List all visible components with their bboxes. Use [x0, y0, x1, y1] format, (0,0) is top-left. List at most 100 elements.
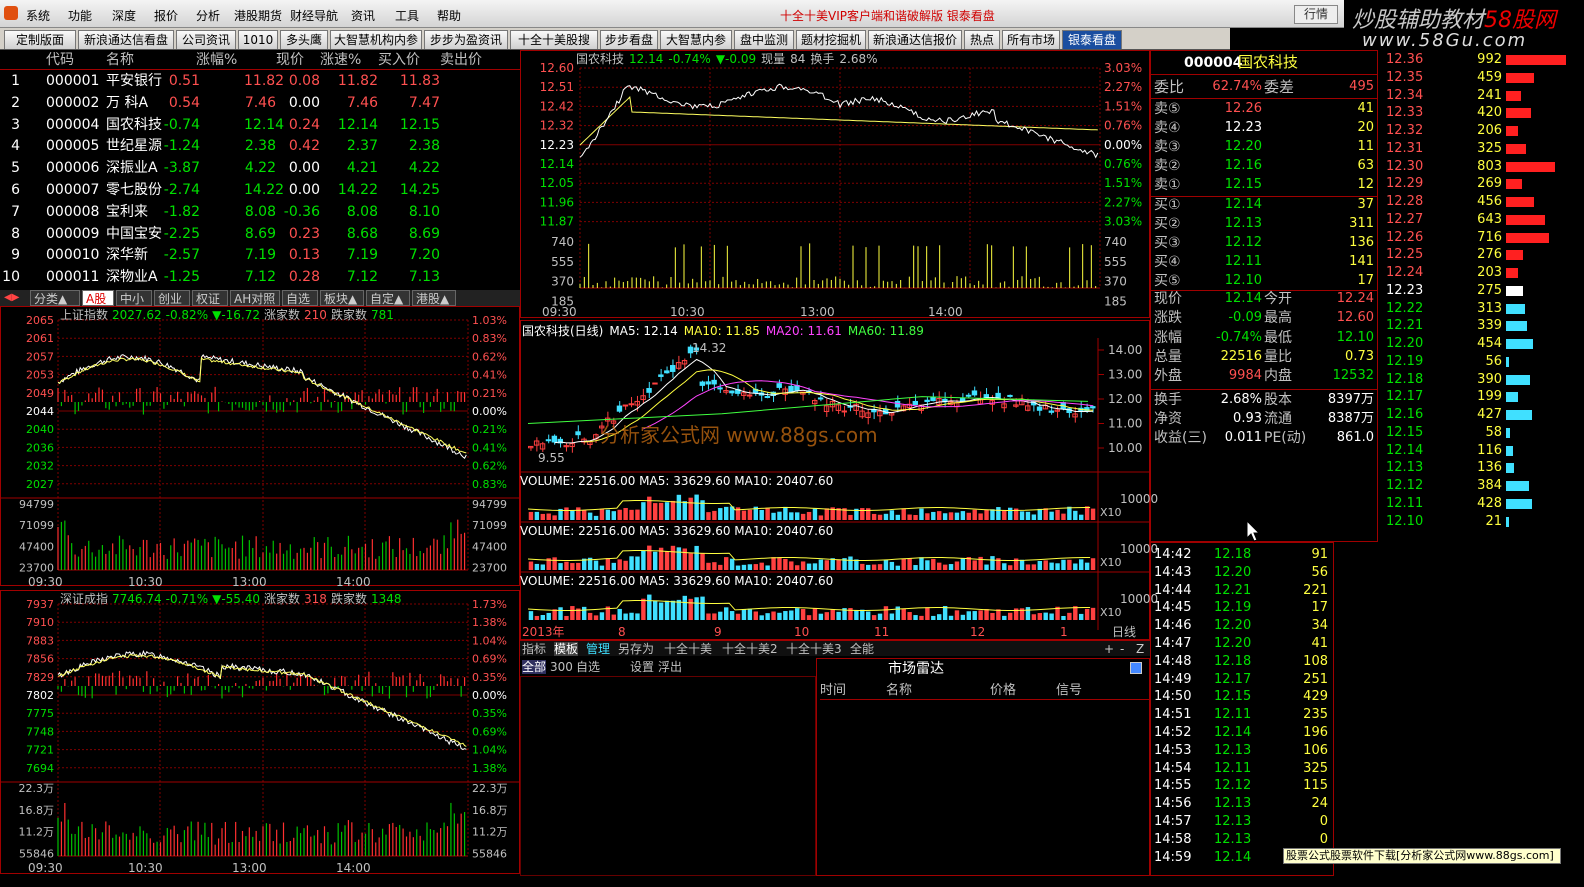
tab-2[interactable]: 公司资讯 [176, 30, 236, 49]
depth-row[interactable]: 12.35 459 [1380, 70, 1580, 86]
table-row[interactable]: 7 000008 宝利来 -1.82 8.08 -0.36 8.08 8.10 [0, 203, 520, 223]
sell-price[interactable]: 12.16 [1210, 159, 1262, 173]
col-header[interactable]: 涨幅% [196, 52, 237, 68]
table-row[interactable]: 3 000004 国农科技 -0.74 12.14 0.24 12.14 12.15 [0, 116, 520, 136]
radar-col-header[interactable]: 时间 [820, 684, 846, 698]
depth-row[interactable]: 12.29 269 [1380, 176, 1580, 192]
col-header[interactable]: 卖出价 [440, 52, 482, 68]
depth-row[interactable]: 12.36 992 [1380, 52, 1580, 68]
tab-13[interactable]: 热点 [964, 30, 1000, 49]
menu-item[interactable]: 帮助 [437, 7, 461, 24]
depth-row[interactable]: 12.14 116 [1380, 443, 1580, 459]
sell-price[interactable]: 12.15 [1210, 178, 1262, 192]
depth-row[interactable]: 12.15 58 [1380, 425, 1580, 441]
zoom-in-icon[interactable]: + [1104, 642, 1114, 656]
indicator-tab[interactable]: 十全十美3 [786, 642, 842, 656]
indicator-tab[interactable]: 全能 [850, 642, 874, 656]
depth-row[interactable]: 12.21 339 [1380, 318, 1580, 334]
indicator-tab[interactable]: 另存为 [618, 642, 654, 656]
zoom-out-icon[interactable]: - [1120, 642, 1124, 656]
depth-row[interactable]: 12.20 454 [1380, 336, 1580, 352]
indicator-tab[interactable]: 十全十美2 [722, 642, 778, 656]
depth-row[interactable]: 12.19 56 [1380, 354, 1580, 370]
depth-row[interactable]: 12.17 199 [1380, 389, 1580, 405]
indicator-tab[interactable]: 管理 [586, 642, 610, 656]
radar-col-header[interactable]: 价格 [990, 684, 1016, 698]
table-row[interactable]: 6 000007 零七股份 -2.74 14.22 0.00 14.22 14.25 [0, 181, 520, 201]
table-row[interactable]: 2 000002 万 科A 0.54 7.46 0.00 7.46 7.47 [0, 94, 520, 114]
depth-row[interactable]: 12.28 456 [1380, 194, 1580, 210]
depth-row[interactable]: 12.25 276 [1380, 247, 1580, 263]
tab-7[interactable]: 十全十美股搜 [510, 30, 598, 49]
tab-0[interactable]: 定制版面 [4, 30, 76, 49]
depth-row[interactable]: 12.13 136 [1380, 460, 1580, 476]
collapse-icon[interactable]: Z [1136, 642, 1144, 656]
tab-10[interactable]: 盘中监测 [734, 30, 794, 49]
table-row[interactable]: 1 000001 平安银行 0.51 11.82 0.08 11.82 11.83 [0, 72, 520, 92]
radar-tab[interactable]: 设置 [630, 660, 654, 674]
category-tab[interactable]: 自选 [282, 290, 318, 306]
category-tab[interactable]: 自定▲ [366, 290, 410, 306]
col-header[interactable]: 名称 [106, 52, 134, 68]
depth-row[interactable]: 12.18 390 [1380, 372, 1580, 388]
depth-row[interactable]: 12.24 203 [1380, 265, 1580, 281]
menu-item[interactable]: 深度 [112, 7, 136, 24]
depth-row[interactable]: 12.27 643 [1380, 212, 1580, 228]
depth-row[interactable]: 12.22 313 [1380, 301, 1580, 317]
tab-14[interactable]: 所有市场 [1002, 30, 1060, 49]
tab-1[interactable]: 新浪通达信看盘 [78, 30, 174, 49]
depth-row[interactable]: 12.10 21 [1380, 514, 1580, 530]
menu-item[interactable]: 工具 [395, 7, 419, 24]
col-header[interactable]: 买入价 [378, 52, 420, 68]
depth-row[interactable]: 12.34 241 [1380, 88, 1580, 104]
tab-8[interactable]: 步步看盘 [600, 30, 658, 49]
menu-item[interactable]: 系统 [26, 7, 50, 24]
table-row[interactable]: 5 000006 深振业A -3.87 4.22 0.00 4.21 4.22 [0, 159, 520, 179]
menu-item[interactable]: 功能 [68, 7, 92, 24]
quote-button[interactable]: 行情 [1294, 5, 1338, 24]
buy-price[interactable]: 12.10 [1210, 274, 1262, 288]
col-header[interactable]: 现价 [276, 52, 304, 68]
col-header[interactable]: 涨速% [320, 52, 361, 68]
sell-price[interactable]: 12.26 [1210, 102, 1262, 116]
category-tab[interactable]: 中小 [116, 290, 152, 306]
depth-row[interactable]: 12.16 427 [1380, 407, 1580, 423]
category-tab[interactable]: 分类▲ [30, 290, 80, 306]
depth-row[interactable]: 12.23 275 [1380, 283, 1580, 299]
depth-row[interactable]: 12.30 803 [1380, 159, 1580, 175]
indicator-tab[interactable]: 模板 [554, 642, 579, 656]
buy-price[interactable]: 12.12 [1210, 236, 1262, 250]
radar-col-header[interactable]: 信号 [1056, 684, 1082, 698]
radar-settings-icon[interactable] [1130, 662, 1142, 674]
radar-col-header[interactable]: 名称 [886, 684, 912, 698]
menu-item[interactable]: 报价 [154, 7, 178, 24]
table-row[interactable]: 8 000009 中国宝安 -2.25 8.69 0.23 8.68 8.69 [0, 225, 520, 245]
menu-item[interactable]: 港股期货 [234, 7, 282, 24]
category-tab[interactable]: 港股▲ [412, 290, 456, 306]
sell-price[interactable]: 12.23 [1210, 121, 1262, 135]
category-tab[interactable]: 权证 [192, 290, 228, 306]
tab-5[interactable]: 大智慧机构内参 [330, 30, 422, 49]
menu-item[interactable]: 资讯 [351, 7, 375, 24]
table-row[interactable]: 10 000011 深物业A -1.25 7.12 0.28 7.12 7.13 [0, 268, 520, 288]
category-tab[interactable]: 板块▲ [320, 290, 364, 306]
table-row[interactable]: 9 000010 深华新 -2.57 7.19 0.13 7.19 7.20 [0, 246, 520, 266]
menu-item[interactable]: 分析 [196, 7, 220, 24]
category-tab[interactable]: AH对照 [230, 290, 280, 306]
tab-9[interactable]: 大智慧内参 [660, 30, 732, 49]
category-tab[interactable]: 创业 [154, 290, 190, 306]
buy-price[interactable]: 12.13 [1210, 217, 1262, 231]
tab-6[interactable]: 步步为盈资讯 [424, 30, 508, 49]
buy-price[interactable]: 12.11 [1210, 255, 1262, 269]
indicator-tab[interactable]: 指标 [522, 642, 546, 656]
tab-11[interactable]: 题材挖掘机 [796, 30, 866, 49]
buy-price[interactable]: 12.14 [1210, 198, 1262, 212]
depth-row[interactable]: 12.12 384 [1380, 478, 1580, 494]
depth-row[interactable]: 12.32 206 [1380, 123, 1580, 139]
depth-row[interactable]: 12.33 420 [1380, 105, 1580, 121]
depth-row[interactable]: 12.26 716 [1380, 230, 1580, 246]
depth-row[interactable]: 12.11 428 [1380, 496, 1580, 512]
depth-row[interactable]: 12.31 325 [1380, 141, 1580, 157]
tab-15[interactable]: 银泰看盘 [1062, 30, 1122, 49]
indicator-tab[interactable]: 十全十美 [664, 642, 712, 656]
